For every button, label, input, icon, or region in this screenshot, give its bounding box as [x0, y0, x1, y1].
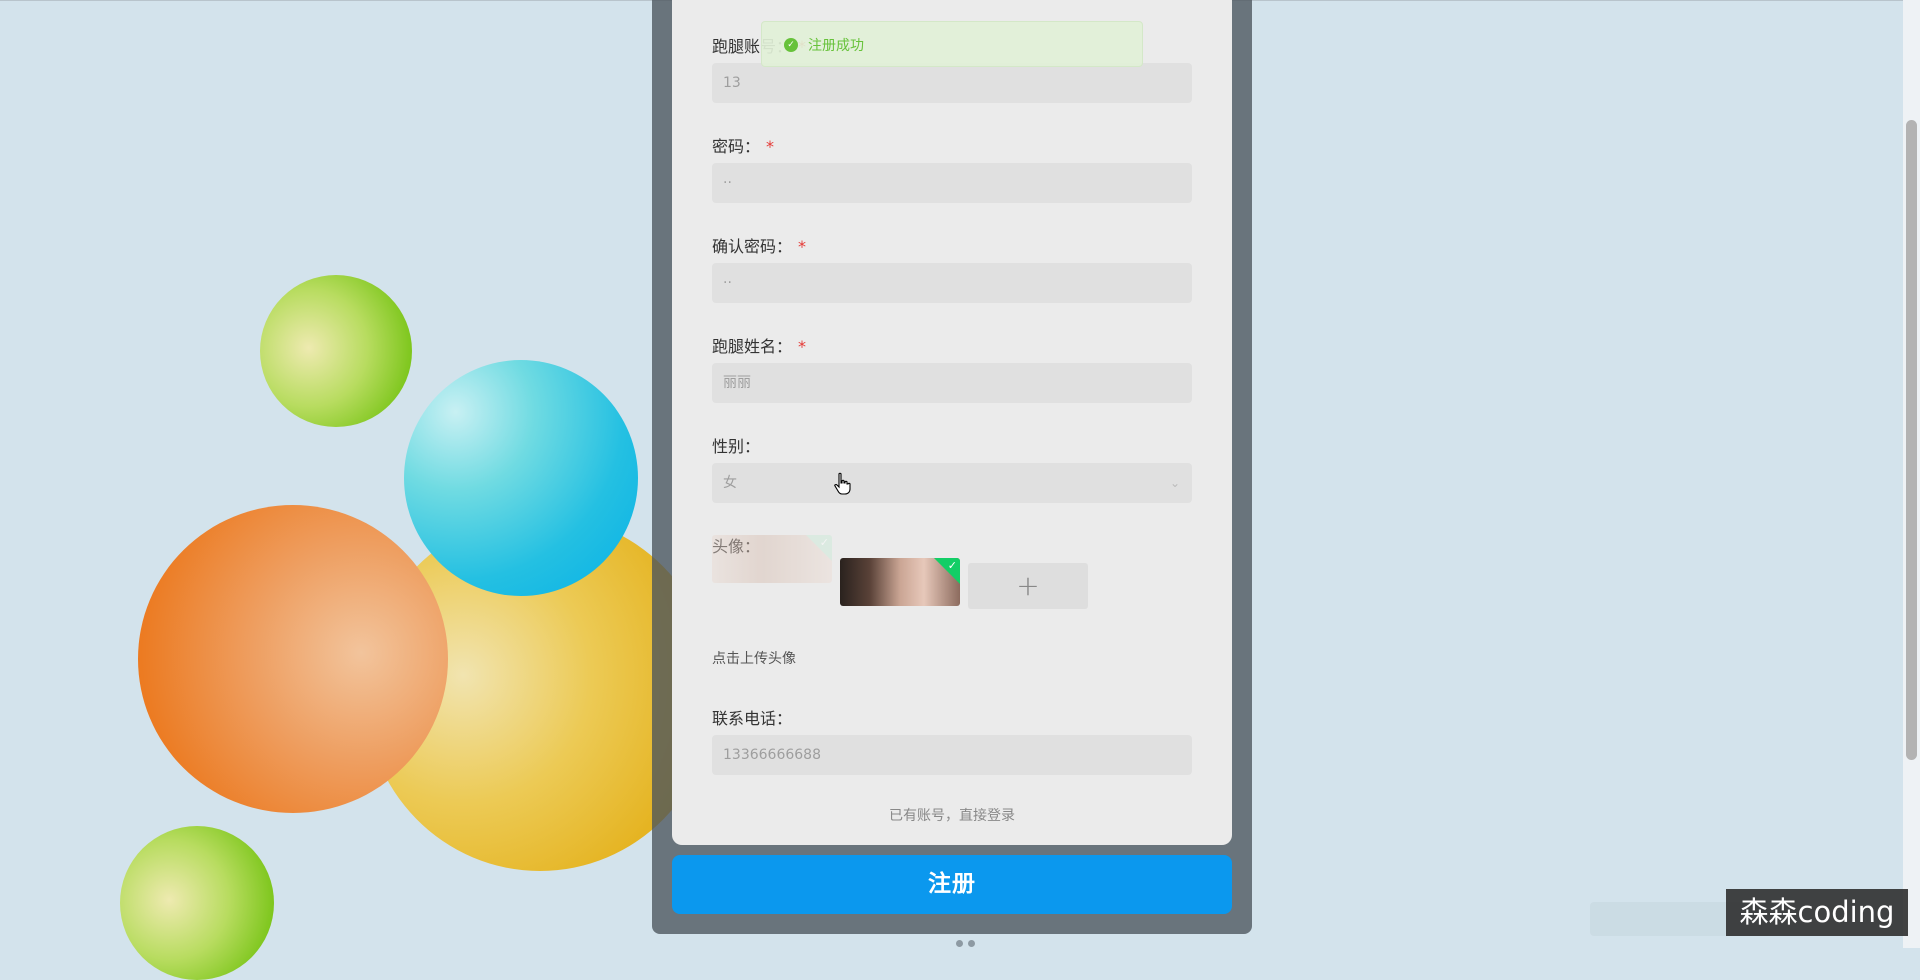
confirm-password-input[interactable]: ·· — [712, 263, 1192, 303]
password-label: 密码： * — [712, 133, 774, 157]
carousel-dot[interactable] — [968, 940, 975, 947]
gender-value: 女 — [723, 475, 737, 491]
account-input[interactable]: 13 — [712, 63, 1192, 103]
avatar-upload-button[interactable]: + — [968, 563, 1088, 609]
name-label-text: 跑腿姓名： — [712, 337, 793, 356]
check-icon: ✓ — [819, 536, 829, 549]
required-mark: * — [798, 337, 807, 356]
decorative-green-ball-bottom — [120, 826, 274, 980]
phone-label-text: 联系电话： — [712, 709, 793, 728]
login-link[interactable]: 已有账号，直接登录 — [672, 805, 1232, 825]
name-label: 跑腿姓名： * — [712, 333, 806, 357]
decorative-green-ball — [260, 275, 412, 427]
name-value: 丽丽 — [723, 375, 751, 391]
decorative-orange-ball — [138, 505, 448, 813]
password-input[interactable]: ·· — [712, 163, 1192, 203]
plus-icon: + — [1016, 569, 1040, 602]
page-scrollbar[interactable] — [1903, 0, 1920, 948]
required-mark: * — [798, 237, 807, 256]
decorative-cyan-ball — [404, 360, 638, 596]
toast-message: 注册成功 — [808, 38, 864, 54]
check-circle-icon: ✓ — [784, 38, 798, 52]
phone-value: 13366666688 — [723, 747, 821, 763]
carousel-dot[interactable] — [956, 940, 963, 947]
confirm-password-label-text: 确认密码： — [712, 237, 793, 256]
chevron-down-icon: ⌄ — [1169, 476, 1180, 490]
phone-input[interactable]: 13366666688 — [712, 735, 1192, 775]
phone-label: 联系电话： — [712, 705, 792, 729]
scrollbar-thumb[interactable] — [1906, 120, 1917, 760]
register-form-card: 跑腿账号：* 13 密码：* ·· 确认密码：* ·· 跑腿姓名：* 丽丽 性别… — [672, 0, 1232, 845]
confirm-password-value: ·· — [723, 275, 732, 291]
confirm-password-label: 确认密码： * — [712, 233, 806, 257]
gender-label: 性别： — [712, 433, 760, 457]
watermark: 森森coding — [1726, 889, 1908, 936]
name-input[interactable]: 丽丽 — [712, 363, 1192, 403]
account-value: 13 — [723, 75, 741, 91]
carousel-dots — [956, 932, 980, 951]
required-mark: * — [766, 137, 775, 156]
gender-select[interactable]: 女 ⌄ — [712, 463, 1192, 503]
password-label-text: 密码： — [712, 137, 761, 156]
upload-hint: 点击上传头像 — [712, 651, 796, 667]
avatar-thumbnail-previous[interactable]: ✓ — [712, 535, 832, 583]
hand-cursor-icon — [834, 472, 851, 495]
avatar-thumbnail[interactable]: ✓ — [840, 558, 960, 606]
register-button[interactable]: 注册 — [672, 855, 1232, 914]
password-value: ·· — [723, 175, 732, 191]
check-icon: ✓ — [947, 559, 957, 572]
success-toast: ✓ 注册成功 — [761, 21, 1143, 67]
gender-label-text: 性别： — [712, 437, 761, 456]
